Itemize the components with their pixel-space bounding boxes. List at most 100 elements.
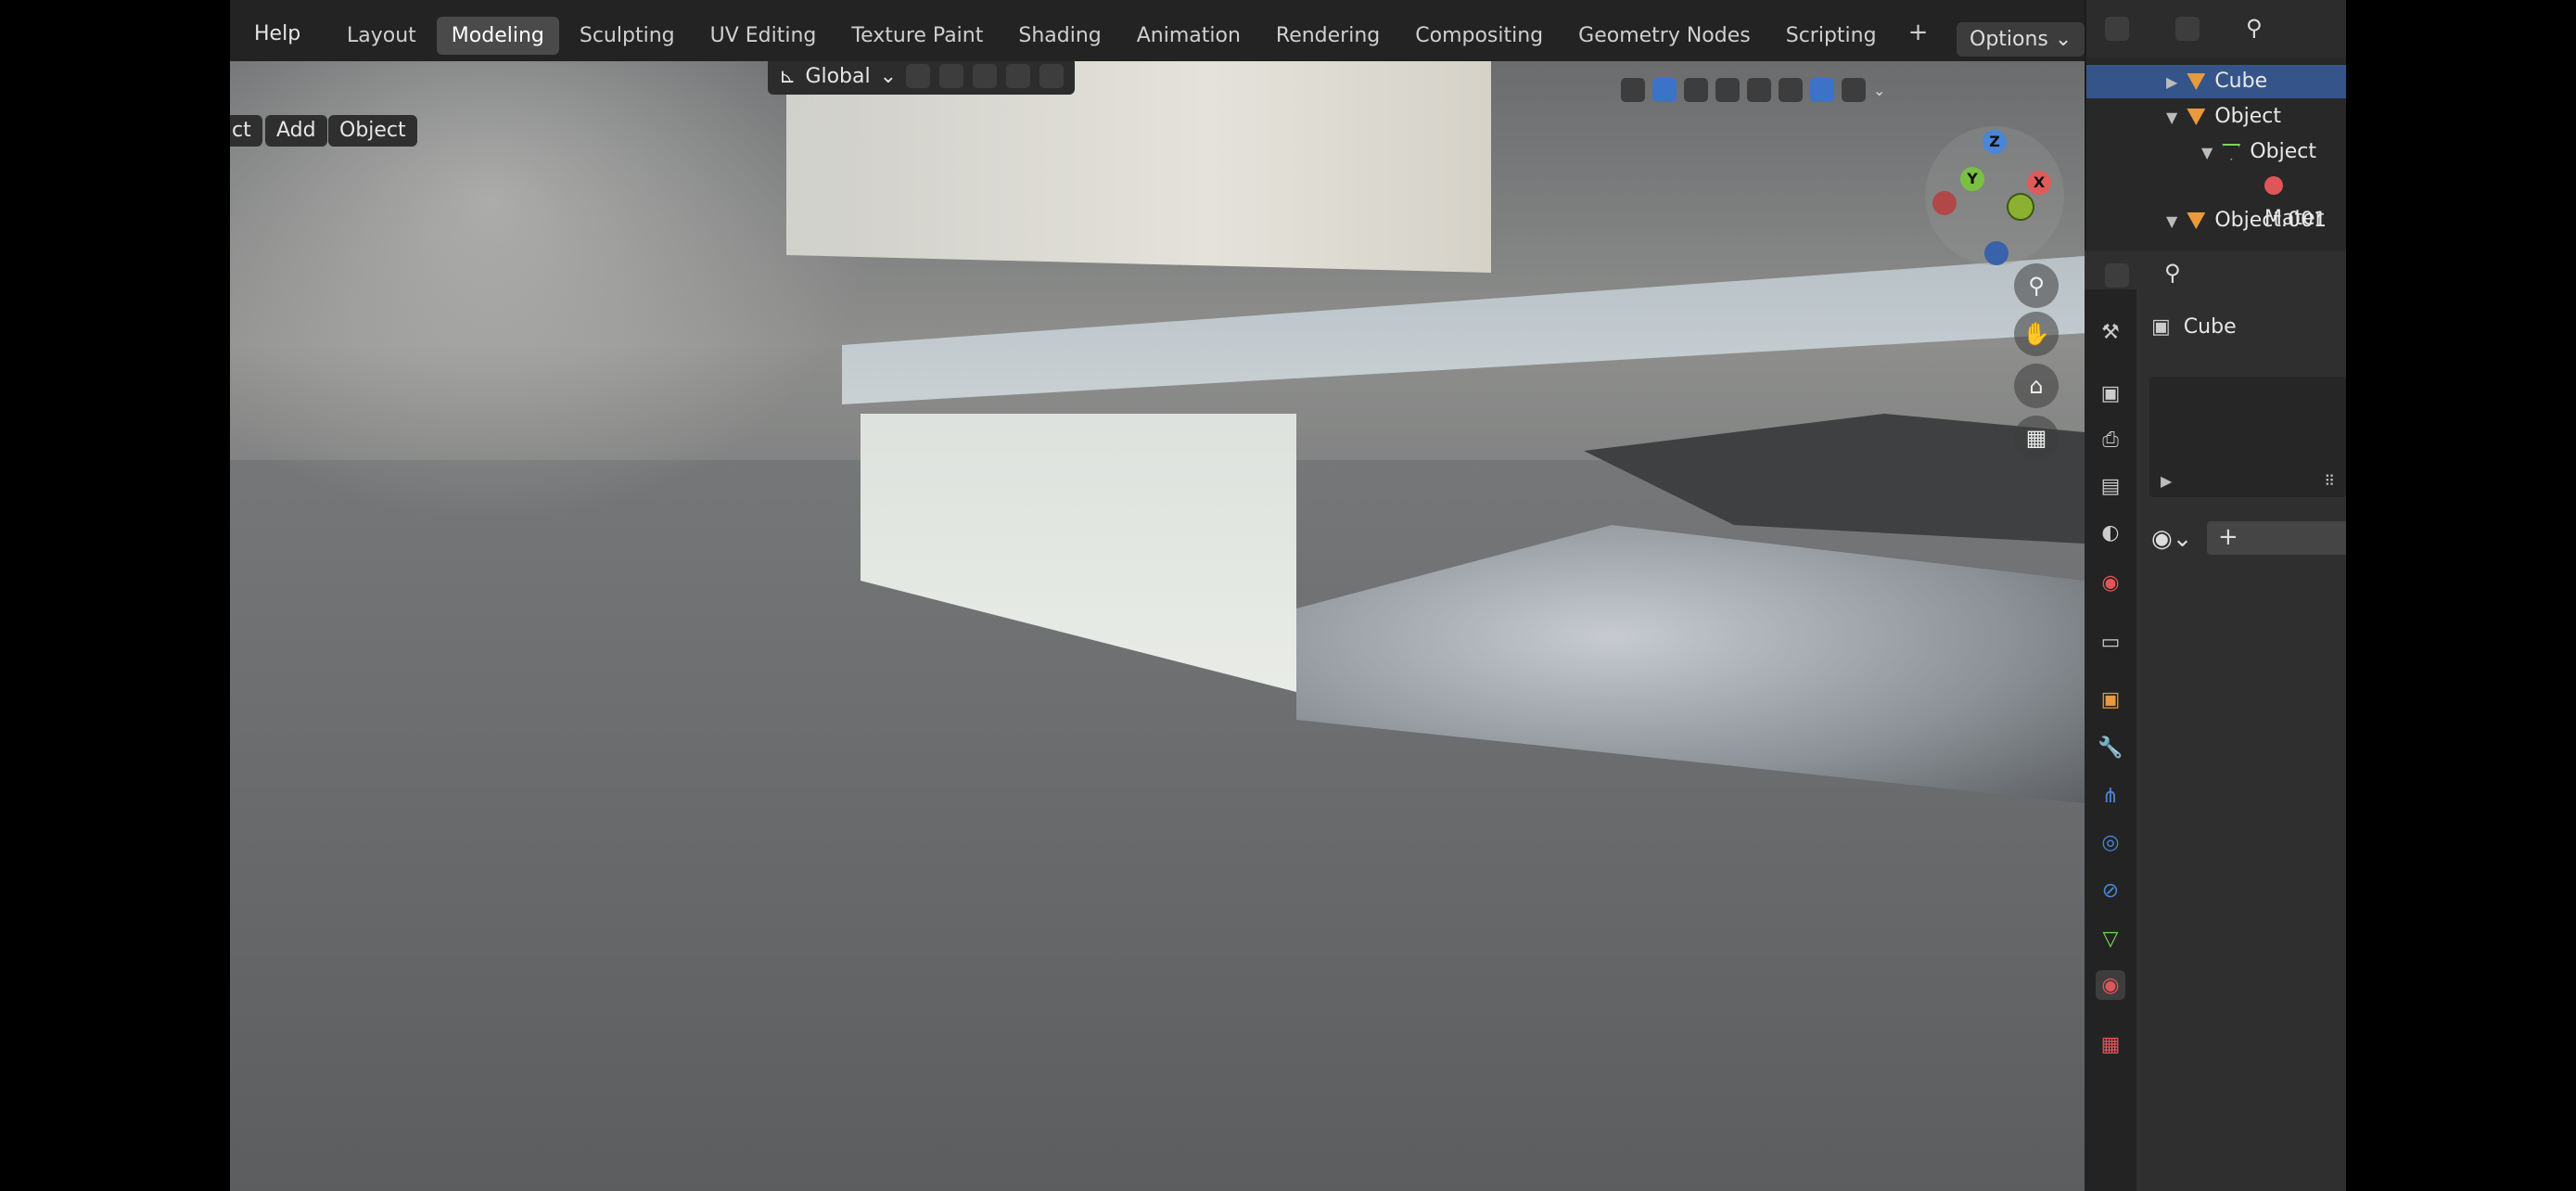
properties-tabs: ⚒ ▣ ⎙ ▤ ◐ ◉ ▭ ▣ 🔧 ⋔ ◎ ⊘ ▽ ◉ ▦ <box>2085 289 2136 1191</box>
new-material-button[interactable]: + <box>2207 521 2346 555</box>
material-slot-list[interactable]: ▶ ⠿ <box>2149 377 2346 497</box>
blender-screen: Help Layout Modeling Sculpting UV Editing Te… <box>230 0 2346 1191</box>
help-menu[interactable]: Help <box>254 22 300 45</box>
tab-texture-paint[interactable]: Texture Paint <box>836 17 998 55</box>
axis-orientation-icon: ⊾ <box>779 64 797 88</box>
object-icon <box>2187 212 2206 229</box>
gizmo-toggle-icon[interactable] <box>1652 78 1677 102</box>
world-tab-icon[interactable]: ◉ <box>2096 568 2125 597</box>
object-tab-icon[interactable]: ▣ <box>2096 685 2125 714</box>
pan-hand-icon[interactable]: ✋ <box>2014 312 2059 356</box>
render-tab-icon[interactable]: ▣ <box>2096 378 2125 408</box>
row-label: Object <box>2250 140 2316 163</box>
collection-tab-icon[interactable]: ▭ <box>2096 627 2125 657</box>
select-menu[interactable]: ct <box>230 115 262 147</box>
snap-icon[interactable] <box>939 64 964 88</box>
material-tab-icon[interactable]: ◉ <box>2096 970 2125 1000</box>
texture-tab-icon[interactable]: ▦ <box>2096 1030 2125 1059</box>
orientation-label: Global <box>805 64 871 88</box>
grid-view-icon[interactable]: ▦ <box>2014 416 2059 460</box>
tab-rendering[interactable]: Rendering <box>1261 17 1395 55</box>
rendered-shading-icon[interactable] <box>1842 78 1866 102</box>
search-icon[interactable]: ⚲ <box>2246 15 2263 41</box>
physics-tab-icon[interactable]: ◎ <box>2096 827 2125 857</box>
chevron-down-icon[interactable]: ⌄ <box>1873 82 1885 99</box>
camera-icon[interactable]: ⌂ <box>2014 364 2059 408</box>
snap-target-icon[interactable] <box>973 64 998 88</box>
material-browse-icon[interactable]: ◉⌄ <box>2151 525 2192 553</box>
scene-tab-icon[interactable]: ◐ <box>2096 518 2125 547</box>
tab-compositing[interactable]: Compositing <box>1400 17 1558 55</box>
object-data-icon: ▣ <box>2151 315 2171 339</box>
wireframe-shading-icon[interactable] <box>1747 78 1771 102</box>
visibility-icon[interactable] <box>1621 78 1645 102</box>
haze <box>230 61 879 525</box>
neg-y-axis[interactable] <box>2007 193 2034 221</box>
material-shading-icon[interactable] <box>1810 78 1834 102</box>
display-mode-icon[interactable] <box>2175 17 2200 41</box>
z-axis[interactable]: Z <box>1983 130 2007 154</box>
particles-tab-icon[interactable]: ⋔ <box>2096 781 2125 811</box>
chevron-down-icon: ⌄ <box>2054 28 2072 51</box>
object-name-row: ▣ Cube <box>2151 315 2237 339</box>
expand-icon[interactable]: ▶ <box>2166 73 2177 91</box>
workspace-tabs: Layout Modeling Sculpting UV Editing Texture… <box>332 17 1939 55</box>
object-name-label: Cube <box>2183 315 2237 339</box>
expand-icon[interactable]: ▶ <box>2161 472 2172 490</box>
properties-header: ⚲ <box>2136 252 2346 289</box>
row-label: Cube <box>2214 70 2268 93</box>
tab-animation[interactable]: Animation <box>1122 17 1256 55</box>
properties-editor: ⚲ ⚒ ▣ ⎙ ▤ ◐ ◉ ▭ ▣ 🔧 ⋔ ◎ ⊘ ▽ ◉ ▦ ▣ Cube ▶… <box>2085 252 2346 1191</box>
outliner-row-object[interactable]: ▼ Object <box>2086 100 2346 134</box>
outliner-row-object-001[interactable]: ▼ Object.001 <box>2086 204 2346 237</box>
collapse-icon[interactable]: ▼ <box>2166 109 2177 126</box>
y-axis[interactable]: Y <box>1960 167 1984 191</box>
object-menu[interactable]: Object <box>328 115 417 147</box>
material-icon <box>2264 176 2283 195</box>
proportional-edit-icon[interactable] <box>1006 64 1031 88</box>
mesh-data-tab-icon[interactable]: ▽ <box>2096 924 2125 954</box>
add-workspace-icon[interactable]: + <box>1897 17 1940 55</box>
pivot-icon[interactable] <box>906 64 931 88</box>
options-label: Options <box>1970 28 2048 51</box>
options-button[interactable]: Options ⌄ <box>1957 22 2085 57</box>
mesh-icon <box>2222 144 2241 160</box>
resize-handle-icon[interactable]: ⠿ <box>2324 472 2335 490</box>
editor-type-icon[interactable] <box>2105 263 2129 288</box>
neg-x-axis[interactable] <box>1932 191 1957 215</box>
output-tab-icon[interactable]: ⎙ <box>2096 425 2125 455</box>
tab-shading[interactable]: Shading <box>1003 17 1116 55</box>
zoom-icon[interactable]: ⚲ <box>2014 263 2059 308</box>
outliner-row-mesh[interactable]: ▼ Object <box>2086 135 2346 169</box>
3d-viewport[interactable]: ct Add Object ⊾ Global ⌄ ⌄ Z Y X ⚲ ✋ ⌂ ▦ <box>230 61 2085 1191</box>
solid-shading-icon[interactable] <box>1779 78 1803 102</box>
navigation-gizmo[interactable]: Z Y X <box>1925 126 2064 265</box>
editor-type-icon[interactable] <box>2105 17 2129 41</box>
x-axis[interactable]: X <box>2027 171 2051 195</box>
xray-icon[interactable] <box>1715 78 1740 102</box>
top-bar: Help Layout Modeling Sculpting UV Editing Te… <box>230 0 2346 62</box>
tab-layout[interactable]: Layout <box>332 17 431 55</box>
object-icon <box>2187 73 2206 90</box>
tab-geometry-nodes[interactable]: Geometry Nodes <box>1563 17 1766 55</box>
tab-modeling[interactable]: Modeling <box>436 17 559 55</box>
tab-sculpting[interactable]: Sculpting <box>565 17 690 55</box>
search-icon[interactable]: ⚲ <box>2164 260 2181 286</box>
falloff-icon[interactable] <box>1039 64 1065 88</box>
tab-scripting[interactable]: Scripting <box>1771 17 1892 55</box>
overlay-icon[interactable] <box>1684 78 1708 102</box>
collapse-icon[interactable]: ▼ <box>2166 212 2177 230</box>
outliner-row-cube[interactable]: ▶ Cube <box>2086 65 2346 98</box>
collapse-icon[interactable]: ▼ <box>2201 144 2213 161</box>
tab-uv-editing[interactable]: UV Editing <box>695 17 832 55</box>
tool-tab-icon[interactable]: ⚒ <box>2096 317 2125 347</box>
object-icon <box>2187 109 2206 125</box>
constraints-tab-icon[interactable]: ⊘ <box>2096 876 2125 905</box>
outliner-row-material[interactable]: Mater <box>2086 169 2346 230</box>
modifier-tab-icon[interactable]: 🔧 <box>2096 733 2125 762</box>
add-menu[interactable]: Add <box>265 115 327 147</box>
view-layer-tab-icon[interactable]: ▤ <box>2096 471 2125 501</box>
transform-orientation[interactable]: ⊾ Global ⌄ <box>768 61 1076 95</box>
neg-z-axis[interactable] <box>1984 241 2009 265</box>
chevron-down-icon: ⌄ <box>879 64 898 88</box>
